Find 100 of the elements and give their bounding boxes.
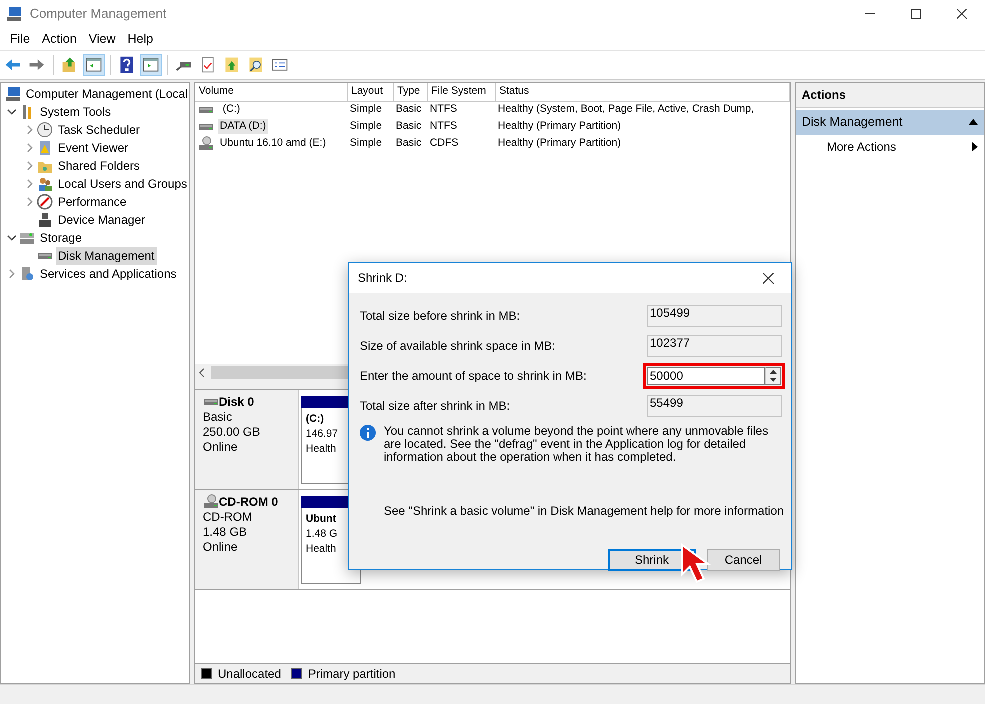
- table-cell[interactable]: Ubuntu 16.10 amd (E:): [218, 136, 328, 152]
- disk-detail: Online: [203, 440, 239, 455]
- menu-item[interactable]: Action: [36, 28, 83, 50]
- services-icon: [19, 266, 35, 282]
- menu-item[interactable]: Help: [122, 28, 160, 50]
- collapse-chevron-icon[interactable]: [7, 107, 17, 117]
- table-cell: Simple: [350, 102, 382, 115]
- computer-icon: [5, 86, 21, 102]
- table-cell[interactable]: DATA (D:): [218, 118, 268, 134]
- tree-item[interactable]: Task Scheduler: [56, 121, 142, 139]
- gauge-icon: [37, 194, 53, 210]
- partition-label: (C:): [306, 412, 326, 427]
- storage-icon: [19, 230, 35, 246]
- input-field[interactable]: 50000: [647, 367, 765, 385]
- table-cell: Basic: [396, 136, 422, 149]
- column-header[interactable]: Volume: [195, 83, 347, 101]
- column-header[interactable]: Layout: [347, 83, 393, 101]
- disk-detail: 1.48 GB: [203, 525, 248, 540]
- properties-icon: [271, 56, 289, 74]
- toolbar-button[interactable]: [140, 54, 162, 76]
- table-cell: Basic: [396, 120, 422, 132]
- menu-item[interactable]: File: [4, 28, 36, 50]
- dialog-button[interactable]: Cancel: [707, 549, 780, 571]
- close-icon[interactable]: [957, 9, 967, 19]
- partition-status: Health: [306, 442, 338, 457]
- info-text: You cannot shrink a volume beyond the point where any unmovable files are located. See the "defrag" event in the Application log for detailed information about the operation when it has completed.: [384, 425, 770, 464]
- computer-icon: [6, 6, 22, 22]
- users-icon: [37, 176, 53, 192]
- tree-item[interactable]: Computer Management (Local: [24, 85, 189, 103]
- tree-item[interactable]: Storage: [38, 229, 84, 247]
- section-label: Disk Management: [802, 114, 903, 131]
- pane-toggle-icon: [142, 56, 160, 74]
- table-cell: Simple: [350, 120, 382, 132]
- legend-label: Primary partition: [308, 666, 396, 682]
- maximize-icon[interactable]: [911, 9, 921, 19]
- partition-status: Health: [306, 542, 338, 557]
- action-link[interactable]: More Actions: [827, 138, 896, 156]
- disk-detail: Basic: [203, 410, 234, 425]
- disk-name: Disk 0: [219, 394, 254, 410]
- checklist-icon: [199, 56, 217, 74]
- field-label: Enter the amount of space to shrink in MB:: [360, 368, 588, 385]
- help-book-icon: [118, 56, 136, 74]
- disk-detail: CD-ROM: [203, 510, 254, 525]
- field-label: Size of available shrink space in MB:: [360, 338, 556, 355]
- disk-name: CD-ROM 0: [219, 494, 278, 510]
- table-cell: NTFS: [430, 120, 458, 132]
- up-folder-icon: [223, 56, 241, 74]
- legend-label: Unallocated: [218, 666, 282, 682]
- search-icon: [247, 56, 265, 74]
- readonly-field: 105499: [647, 305, 782, 327]
- disc-drive-icon: [198, 136, 214, 152]
- tree-item[interactable]: Shared Folders: [56, 157, 142, 175]
- column-header[interactable]: File System: [427, 83, 495, 101]
- pane-toggle-icon: [85, 56, 103, 74]
- actions-section[interactable]: Disk Management: [796, 110, 984, 135]
- table-cell: Simple: [350, 136, 382, 149]
- collapse-chevron-icon[interactable]: [7, 233, 17, 243]
- tree-item[interactable]: System Tools: [38, 103, 114, 121]
- expand-chevron-icon[interactable]: [25, 179, 35, 189]
- table-cell: Healthy (Primary Partition): [498, 120, 622, 132]
- table-cell: Healthy (Primary Partition): [498, 136, 622, 149]
- tree-item[interactable]: Event Viewer: [56, 139, 130, 157]
- actions-header: Actions: [796, 83, 984, 108]
- tree-item[interactable]: Local Users and Groups: [56, 175, 189, 193]
- close-icon[interactable]: [762, 272, 774, 284]
- window-title: Computer Management: [30, 5, 167, 24]
- expand-chevron-icon[interactable]: [7, 269, 17, 279]
- dialog-title: Shrink D:: [358, 270, 408, 287]
- disk-detail: Online: [203, 540, 239, 555]
- disk-detail: 250.00 GB: [203, 425, 262, 440]
- toolbar-button[interactable]: [83, 54, 105, 76]
- field-label: Total size after shrink in MB:: [360, 398, 512, 415]
- table-cell: CDFS: [430, 136, 459, 149]
- table-cell[interactable]: (C:): [218, 102, 242, 118]
- help-text: See "Shrink a basic volume" in Disk Management help for more information: [384, 504, 784, 518]
- tree-item[interactable]: Performance: [56, 193, 129, 211]
- expand-chevron-icon[interactable]: [25, 161, 35, 171]
- tree-item[interactable]: Services and Applications: [38, 265, 179, 283]
- column-header[interactable]: Status: [495, 83, 790, 101]
- field-label: Total size before shrink in MB:: [360, 308, 522, 325]
- submenu-arrow-icon: [972, 142, 978, 152]
- expand-chevron-icon[interactable]: [25, 197, 35, 207]
- disc-drive-icon: [203, 494, 219, 510]
- spin-up-icon[interactable]: [770, 370, 776, 374]
- partition-size: 1.48 G: [306, 527, 339, 542]
- expand-chevron-icon[interactable]: [25, 143, 35, 153]
- table-cell: Healthy (System, Boot, Page File, Active, Crash Dump,: [498, 102, 754, 115]
- log-icon: [37, 140, 53, 156]
- tree-item[interactable]: Device Manager: [56, 211, 148, 229]
- partition-size: 146.97: [306, 427, 340, 442]
- readonly-field: 102377: [647, 335, 782, 357]
- table-cell: Basic: [396, 102, 422, 115]
- readonly-field: 55499: [647, 395, 782, 417]
- column-header[interactable]: Type: [393, 83, 427, 101]
- tree-item[interactable]: Disk Management: [56, 247, 157, 265]
- clock-icon: [37, 122, 53, 138]
- info-icon: [360, 425, 376, 441]
- partition-label: Ubunt: [306, 512, 338, 527]
- expand-chevron-icon[interactable]: [25, 125, 35, 135]
- menu-item[interactable]: View: [82, 28, 122, 50]
